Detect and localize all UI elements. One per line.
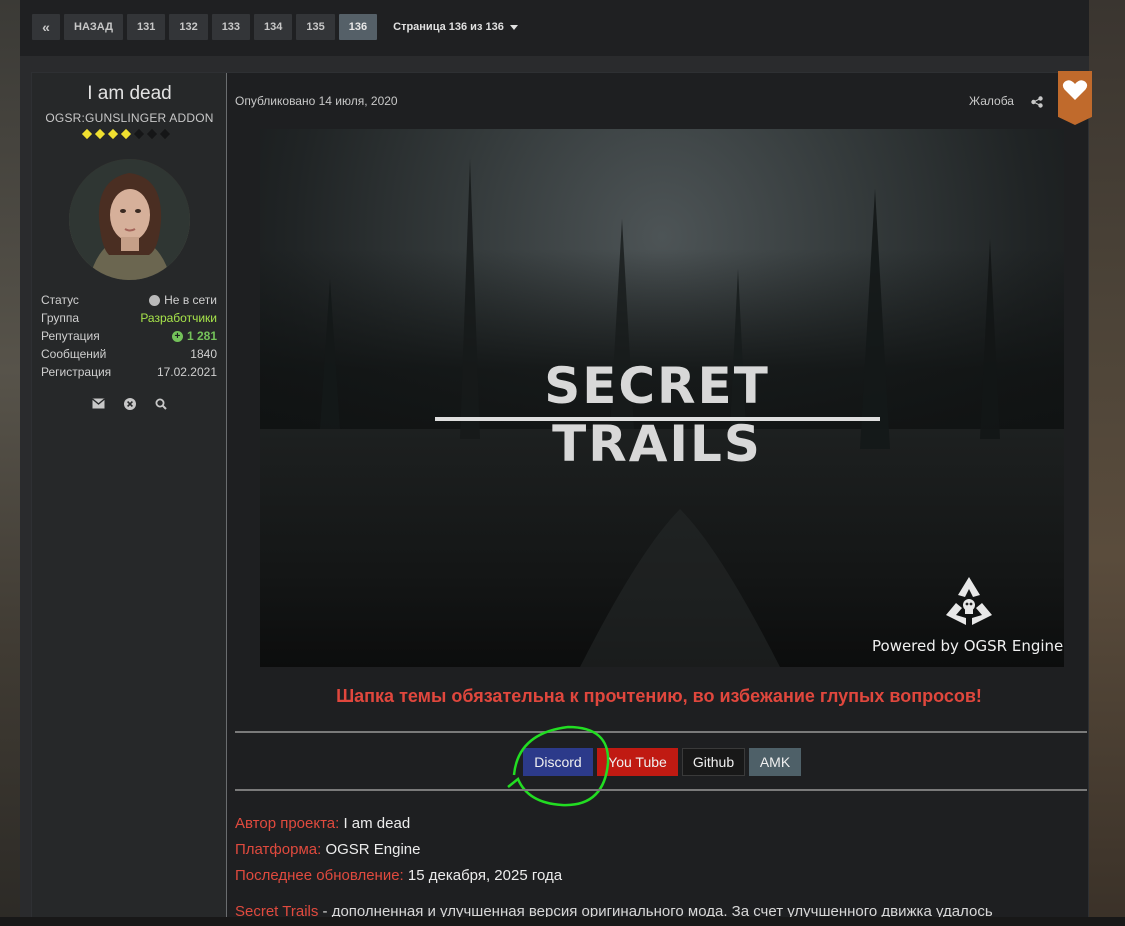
info-value: 15 декабря, 2025 года <box>407 867 563 884</box>
like-button[interactable] <box>1058 71 1092 125</box>
author-stats: Статус Не в сети Группа Разработчики Реп… <box>41 291 217 381</box>
first-page-button[interactable]: « <box>32 14 60 40</box>
info-author-row: Автор проекта: I am dead <box>235 811 562 837</box>
divider <box>235 731 1087 733</box>
rank-pip-filled <box>107 128 119 140</box>
author-actions <box>92 397 167 410</box>
bottom-bar <box>0 917 1125 926</box>
search-icon[interactable] <box>154 397 167 410</box>
registration-value: 17.02.2021 <box>156 365 217 379</box>
complain-link[interactable]: Жалоба <box>969 94 1014 108</box>
notice-text: Шапка темы обязательна к прочтению, во и… <box>336 686 982 706</box>
stat-label: Сообщений <box>41 347 107 361</box>
powered-by-text: Powered by OGSR Engine <box>872 637 1064 655</box>
page-info-label: Страница 136 из 136 <box>393 21 504 33</box>
envelope-icon[interactable] <box>92 397 105 410</box>
page-134-button[interactable]: 134 <box>254 14 293 40</box>
divider <box>235 789 1087 791</box>
banner-title: SECRET TRAILS <box>544 357 770 473</box>
info-value: OGSR Engine <box>325 841 421 858</box>
stat-value: +1 281 <box>171 329 217 343</box>
rank-pip-empty <box>159 128 171 140</box>
banner-image: SECRET TRAILS Powered by OGSR Engine <box>260 129 1064 667</box>
rank-pip-filled <box>94 128 106 140</box>
stat-registration: Регистрация 17.02.2021 <box>41 363 217 381</box>
page-131-button[interactable]: 131 <box>126 14 166 40</box>
info-platform-row: Платформа: OGSR Engine <box>235 837 562 863</box>
back-button[interactable]: НАЗАД <box>64 14 123 40</box>
rank-pip-empty <box>146 128 158 140</box>
banner-underline <box>435 417 880 421</box>
rank-pips <box>81 128 171 140</box>
amk-button[interactable]: AMK <box>749 748 801 776</box>
background-scenery-left <box>0 0 20 926</box>
posted-date[interactable]: Опубликовано 14 июля, 2020 <box>235 94 398 108</box>
stat-label: Группа <box>41 311 80 325</box>
stat-posts: Сообщений 1840 <box>41 345 217 363</box>
stat-label: Статус <box>41 293 79 307</box>
rank-pip-empty <box>133 128 145 140</box>
heart-icon <box>1062 80 1088 100</box>
info-update-row: Последнее обновление: 15 декабря, 2025 г… <box>235 863 562 889</box>
posts-value: 1840 <box>190 347 217 361</box>
author-title: OGSR:GUNSLINGER ADDON <box>45 111 214 125</box>
stat-reputation: Репутация +1 281 <box>41 327 217 345</box>
green-circle-annotation <box>507 725 610 807</box>
page-132-button[interactable]: 132 <box>169 14 208 40</box>
plus-circle-icon: + <box>171 330 183 342</box>
close-circle-icon[interactable] <box>123 397 136 410</box>
author-name-link[interactable]: I am dead <box>32 83 227 105</box>
github-button[interactable]: Github <box>682 748 745 776</box>
share-icon[interactable] <box>1031 95 1043 113</box>
rank-pip-filled <box>81 128 93 140</box>
rank-pip-filled <box>120 128 132 140</box>
reputation-value: 1 281 <box>186 329 217 343</box>
page-135-button[interactable]: 135 <box>296 14 335 40</box>
page-136-button[interactable]: 136 <box>338 14 378 40</box>
pagination: « НАЗАД 131 132 133 134 135 136 Страница… <box>32 14 518 40</box>
info-key: Последнее обновление: <box>235 867 404 884</box>
background-scenery-right <box>1089 0 1125 926</box>
offline-dot-icon <box>149 294 161 306</box>
page-info-dropdown[interactable]: Страница 136 из 136 <box>393 21 518 33</box>
info-key: Автор проекта: <box>235 815 340 832</box>
stat-label: Репутация <box>41 329 100 343</box>
avatar[interactable] <box>69 159 190 280</box>
status-text: Не в сети <box>164 293 217 307</box>
group-value: Разработчики <box>140 311 217 325</box>
author-panel: I am dead OGSR:GUNSLINGER ADDON Статус Н… <box>32 73 227 925</box>
project-info: Автор проекта: I am dead Платформа: OGSR… <box>235 811 562 889</box>
post-content: Опубликовано 14 июля, 2020 Жалоба SECRET… <box>228 71 1092 925</box>
stat-status: Статус Не в сети <box>41 291 217 309</box>
info-value: I am dead <box>343 815 411 832</box>
forum-post: I am dead OGSR:GUNSLINGER ADDON Статус Н… <box>31 71 1092 926</box>
stat-group: Группа Разработчики <box>41 309 217 327</box>
stat-value: Не в сети <box>149 293 217 307</box>
recycle-skull-icon <box>940 575 998 632</box>
caret-down-icon <box>509 24 518 30</box>
avatar-portrait <box>69 159 190 280</box>
info-key: Платформа: <box>235 841 322 858</box>
page-133-button[interactable]: 133 <box>211 14 251 40</box>
stat-label: Регистрация <box>41 365 112 379</box>
